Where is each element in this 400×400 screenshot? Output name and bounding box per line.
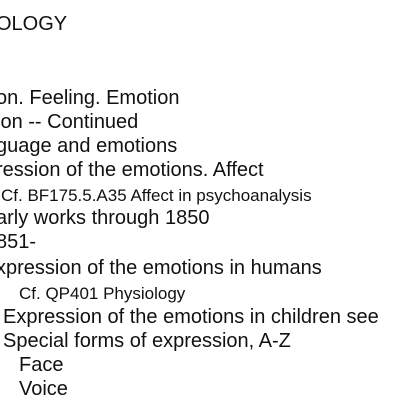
entry-special-forms: Special forms of expression, A-Z	[3, 330, 291, 352]
entry-expression-humans: xpression of the emotions in humans	[0, 257, 322, 279]
cross-reference-physiology: Cf. QP401 Physiology	[19, 284, 186, 303]
entry-language-emotions: guage and emotions	[0, 135, 178, 157]
entry-feeling-emotion: on. Feeling. Emotion	[0, 87, 180, 109]
entry-continued: ion -- Continued	[0, 111, 139, 133]
entry-face: Face	[19, 354, 64, 376]
entry-voice: Voice	[19, 378, 68, 400]
cross-reference-psychoanalysis: Cf. BF175.5.A35 Affect in psychoanalysis	[1, 186, 312, 205]
section-heading: OLOGY	[0, 13, 68, 35]
classification-document: OLOGY on. Feeling. Emotion ion -- Contin…	[0, 0, 400, 400]
entry-1851-onward: 851-	[0, 231, 37, 253]
entry-expression-children: Expression of the emotions in children s…	[3, 306, 379, 328]
entry-expression-affect: ression of the emotions. Affect	[0, 159, 264, 181]
entry-early-works: arly works through 1850	[0, 207, 210, 229]
